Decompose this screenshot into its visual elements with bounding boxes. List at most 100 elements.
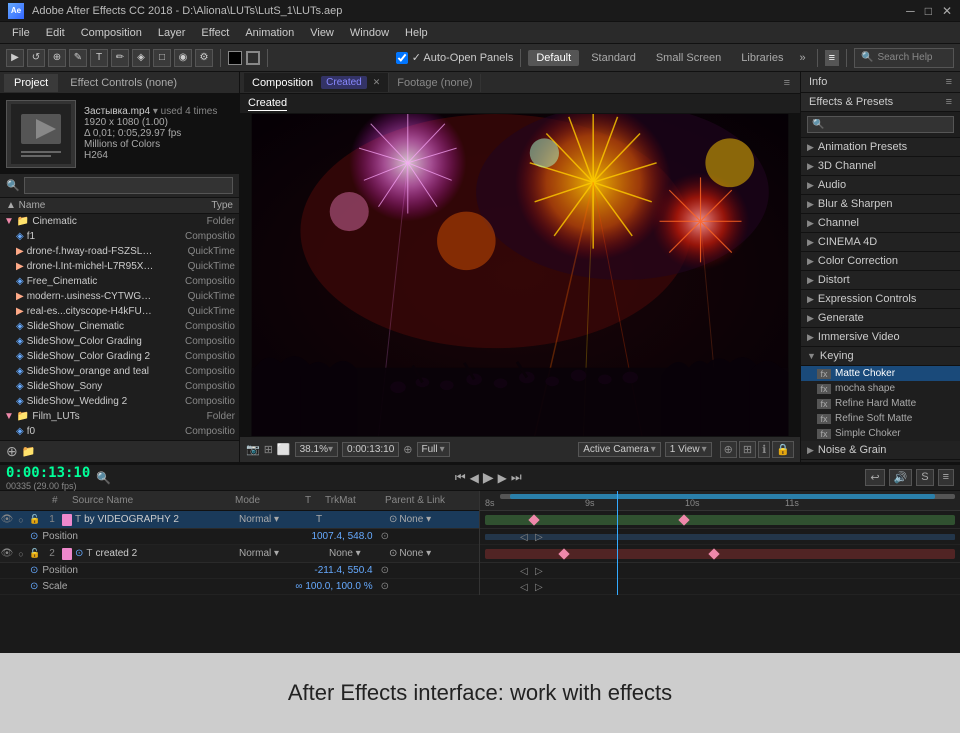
nav-arrow-right-3[interactable]: ▷: [535, 582, 543, 593]
menu-file[interactable]: File: [4, 25, 38, 41]
skip-start-btn[interactable]: ⏮: [455, 470, 466, 485]
timecode-display[interactable]: 0:00:13:10 00335 (29.00 fps): [6, 465, 90, 491]
layer-mode-dropdown[interactable]: Normal ▾: [239, 514, 309, 525]
effects-menu-icon[interactable]: ≡: [946, 96, 952, 108]
list-item[interactable]: ▼ 📁 Cinematic Folder: [0, 214, 239, 229]
list-item[interactable]: ▶ drone-l.Int-michel-L7R95XP.mov QuickTi…: [0, 259, 239, 274]
effects-category-noise-grain[interactable]: ▶ Noise & Grain: [801, 441, 960, 460]
viewer-quality-dropdown[interactable]: Full▾: [417, 442, 450, 457]
effects-category-distort[interactable]: ▶ Distort: [801, 271, 960, 290]
prop-value[interactable]: -211.4, 550.4: [314, 565, 372, 576]
viewer-camera-dropdown[interactable]: Active Camera▾: [578, 442, 661, 457]
effects-category-animation-presets[interactable]: ▶ Animation Presets: [801, 138, 960, 157]
nav-arrow-right-1[interactable]: ▷: [535, 532, 543, 543]
default-workspace-btn[interactable]: Default: [528, 50, 579, 66]
layer-lock-icon[interactable]: 🔓: [28, 548, 42, 559]
layer-solo-icon[interactable]: ○: [14, 549, 28, 559]
menu-composition[interactable]: Composition: [73, 25, 150, 41]
effects-category-audio[interactable]: ▶ Audio: [801, 176, 960, 195]
new-comp-btn[interactable]: ⊕: [6, 443, 18, 460]
3d-grid-btn[interactable]: ⊞: [739, 441, 756, 458]
3d-lock-btn[interactable]: 🔒: [772, 441, 794, 458]
effect-controls-tab[interactable]: Effect Controls (none): [60, 74, 187, 92]
new-folder-btn[interactable]: 📁: [22, 445, 36, 458]
nav-arrow-left-1[interactable]: ◁: [520, 532, 528, 543]
tool-shapes[interactable]: □: [153, 49, 171, 67]
stroke-swatch[interactable]: [246, 51, 260, 65]
preview-options-btn[interactable]: ≡: [938, 469, 954, 486]
nav-arrow-left-3[interactable]: ◁: [520, 582, 528, 593]
libraries-workspace-btn[interactable]: Libraries: [733, 50, 791, 66]
list-item[interactable]: ▼ 📁 Film_LUTs Folder: [0, 409, 239, 424]
viewer-color-btn[interactable]: ⊕: [403, 443, 412, 456]
layer-parent-dropdown[interactable]: ⊙None ▾: [389, 514, 479, 525]
3d-axis-btn[interactable]: ⊕: [720, 441, 737, 458]
created-tab[interactable]: Created: [248, 97, 287, 111]
list-item[interactable]: ▶ modern-.usiness-CYTWGFA.mov QuickTime: [0, 289, 239, 304]
menu-view[interactable]: View: [302, 25, 342, 41]
effects-item-mocha-shape[interactable]: fx mocha shape: [801, 381, 960, 396]
preview-search-btn[interactable]: 🔍: [96, 471, 111, 485]
effects-category-cinema4d[interactable]: ▶ CINEMA 4D: [801, 233, 960, 252]
layer-eye-icon[interactable]: 👁: [0, 548, 14, 559]
effects-category-channel[interactable]: ▶ Channel: [801, 214, 960, 233]
audio-btn[interactable]: 🔊: [889, 469, 913, 486]
prop-value[interactable]: ∞ 100.0, 100.0 %: [295, 581, 372, 592]
viewer-grid-btn[interactable]: ⊞: [264, 443, 273, 456]
layer-parent-dropdown[interactable]: ⊙None ▾: [389, 548, 479, 559]
effects-category-3d-channel[interactable]: ▶ 3D Channel: [801, 157, 960, 176]
layer-tikmat-dropdown[interactable]: None ▾: [329, 548, 389, 559]
close-btn[interactable]: ✕: [942, 4, 952, 18]
menu-animation[interactable]: Animation: [237, 25, 302, 41]
effects-category-immersive-video[interactable]: ▶ Immersive Video: [801, 328, 960, 347]
tool-text[interactable]: T: [90, 49, 108, 67]
list-item[interactable]: ◈ SlideShow_Sony Compositio: [0, 379, 239, 394]
list-item[interactable]: ◈ SlideShow_Wedding 2 Compositio: [0, 394, 239, 409]
list-item[interactable]: ◈ SlideShow_Color Grading Compositio: [0, 334, 239, 349]
menu-effect[interactable]: Effect: [193, 25, 237, 41]
layer-mode-dropdown[interactable]: Normal ▾: [239, 548, 309, 559]
list-item[interactable]: ◈ f1 Compositio: [0, 229, 239, 244]
list-item[interactable]: ▶ drone-f.hway-road-FSZSL3V.mov QuickTim…: [0, 244, 239, 259]
search-help-input[interactable]: 🔍 Search Help: [854, 48, 954, 68]
minimize-btn[interactable]: ─: [906, 4, 915, 18]
effects-category-generate[interactable]: ▶ Generate: [801, 309, 960, 328]
effects-item-refine-hard-matte[interactable]: fx Refine Hard Matte: [801, 396, 960, 411]
comp-tab-composition[interactable]: Composition Created ✕: [244, 73, 389, 92]
viewer-snapshot-btn[interactable]: 📷: [246, 443, 260, 456]
list-item[interactable]: ◈ SlideShow_Color Grading 2 Compositio: [0, 349, 239, 364]
tool-zoom[interactable]: ⊕: [48, 49, 66, 67]
tool-stamp[interactable]: ◈: [132, 49, 150, 67]
panel-menu-btn[interactable]: ≡: [825, 50, 839, 66]
effects-item-refine-soft-matte[interactable]: fx Refine Soft Matte: [801, 411, 960, 426]
info-menu-icon[interactable]: ≡: [946, 76, 952, 88]
prop-value[interactable]: 1007.4, 548.0: [311, 531, 372, 542]
list-item[interactable]: ◈ SlideShow_Cinematic Compositio: [0, 319, 239, 334]
effects-category-blur-sharpen[interactable]: ▶ Blur & Sharpen: [801, 195, 960, 214]
menu-window[interactable]: Window: [342, 25, 397, 41]
3d-info-btn[interactable]: ℹ: [758, 441, 770, 458]
effects-category-keying[interactable]: ▼ Keying: [801, 347, 960, 366]
project-tab[interactable]: Project: [4, 74, 58, 92]
prop-reset-icon[interactable]: ⊙: [381, 531, 389, 542]
effects-item-matte-choker[interactable]: fx Matte Choker: [801, 366, 960, 381]
viewer-transparency-btn[interactable]: ⬜: [277, 443, 291, 456]
stopwatch-icon[interactable]: ⊙: [30, 565, 38, 576]
list-item[interactable]: ◈ f0 Compositio: [0, 424, 239, 439]
comp-close-btn[interactable]: ✕: [373, 77, 381, 88]
next-frame-btn[interactable]: ▶: [498, 471, 507, 485]
maximize-btn[interactable]: □: [925, 4, 932, 18]
menu-edit[interactable]: Edit: [38, 25, 73, 41]
tool-brush[interactable]: ✏: [111, 49, 129, 67]
skip-end-btn[interactable]: ⏭: [511, 470, 522, 485]
layer-solo-icon[interactable]: ○: [14, 515, 28, 525]
play-btn[interactable]: ▶: [483, 469, 494, 486]
layer-lock-icon[interactable]: 🔓: [28, 514, 42, 525]
more-workspaces-btn[interactable]: »: [795, 50, 809, 66]
viewer-views-dropdown[interactable]: 1 View▾: [665, 442, 712, 457]
nav-arrow-right-2[interactable]: ▷: [535, 566, 543, 577]
nav-arrow-left-2[interactable]: ◁: [520, 566, 528, 577]
list-item[interactable]: ▶ real-es...cityscope-H4kFUL9.mov QuickT…: [0, 304, 239, 319]
footage-tab[interactable]: Footage (none): [389, 74, 481, 92]
small-screen-workspace-btn[interactable]: Small Screen: [648, 50, 729, 66]
